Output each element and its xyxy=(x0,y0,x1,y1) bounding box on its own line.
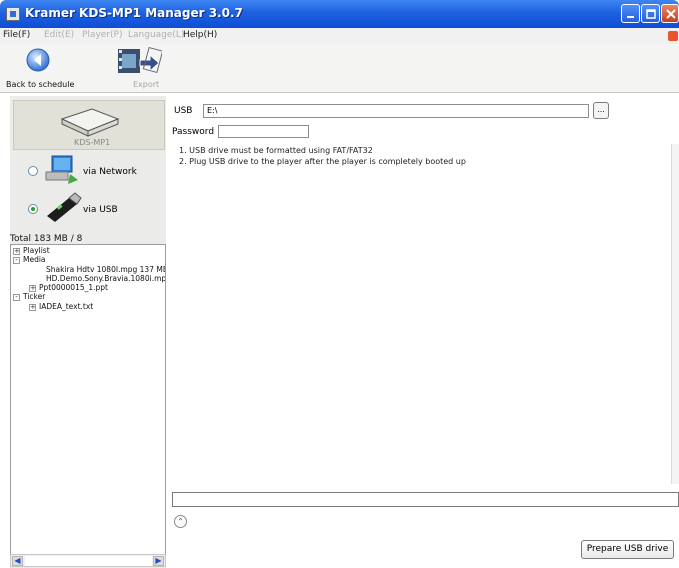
tree-item-label: Ticker xyxy=(23,292,46,301)
device-card[interactable]: KDS-MP1 xyxy=(13,100,165,150)
expand-icon[interactable]: + xyxy=(29,304,36,311)
instruction-line: 1. USB drive must be formatted using FAT… xyxy=(179,146,373,155)
network-computer-icon xyxy=(45,155,78,184)
menu-player[interactable]: Player(P) xyxy=(82,30,122,40)
export-film-icon xyxy=(118,46,162,74)
progress-field xyxy=(172,492,679,507)
minimize-button[interactable] xyxy=(621,4,640,23)
storage-total-label: Total 183 MB / 8 xyxy=(10,234,83,244)
collapse-up-icon[interactable]: ⌃ xyxy=(174,515,187,528)
tree-item-media-file[interactable]: Shakira Hdtv 1080I.mpg 137 MB xyxy=(46,265,166,274)
via-usb-radio[interactable] xyxy=(28,204,38,214)
back-arrow-icon xyxy=(26,48,50,72)
tree-item-label: IADEA_text.txt xyxy=(39,302,94,311)
maximize-button[interactable] xyxy=(641,4,660,23)
device-label: KDS-MP1 xyxy=(74,138,111,147)
menu-language[interactable]: Language(L) xyxy=(128,30,184,40)
close-icon xyxy=(666,9,676,19)
collapse-icon[interactable]: - xyxy=(13,257,20,264)
tree-item-label: Shakira Hdtv 1080I.mpg 137 MB xyxy=(46,265,166,274)
title-bar[interactable]: Kramer KDS-MP1 Manager 3.0.7 xyxy=(0,0,679,28)
via-network-radio[interactable] xyxy=(28,166,38,176)
usb-path-field[interactable]: E:\ xyxy=(203,104,589,118)
instruction-line: 2. Plug USB drive to the player after th… xyxy=(179,157,466,166)
scroll-left-icon[interactable]: ◀ xyxy=(12,556,23,566)
app-icon xyxy=(6,7,20,21)
horizontal-scrollbar[interactable]: ◀ ▶ xyxy=(10,554,166,567)
toolbar: Back to schedule Export xyxy=(0,44,679,93)
via-usb-label: via USB xyxy=(83,205,118,215)
scroll-right-icon[interactable]: ▶ xyxy=(153,556,164,566)
expand-icon[interactable]: + xyxy=(13,248,20,255)
menu-file[interactable]: File(F) xyxy=(3,30,30,40)
menu-bar: File(F) Edit(E) Player(P) Language(L) He… xyxy=(0,28,679,44)
mdi-close-icon[interactable] xyxy=(668,31,678,41)
usb-label: USB xyxy=(174,106,193,116)
tree-item-label: Playlist xyxy=(23,246,50,255)
collapse-icon[interactable]: - xyxy=(13,294,20,301)
prepare-usb-drive-button[interactable]: Prepare USB drive xyxy=(581,540,674,559)
window-title: Kramer KDS-MP1 Manager 3.0.7 xyxy=(25,6,243,20)
tree-item-media-file[interactable]: HD.Demo.Sony.Bravia.1080i.mpg xyxy=(46,274,166,283)
media-player-device-icon xyxy=(60,108,120,137)
maximize-icon xyxy=(646,9,656,19)
content-tree[interactable]: + Playlist - Media Shakira Hdtv 1080I.mp… xyxy=(10,244,166,556)
back-to-schedule-label: Back to schedule xyxy=(6,80,75,89)
password-label: Password xyxy=(172,127,215,137)
via-network-label: via Network xyxy=(83,167,137,177)
export-button[interactable]: Export xyxy=(112,44,168,92)
export-label: Export xyxy=(133,80,160,89)
tree-item-label: Media xyxy=(23,255,46,264)
password-field[interactable] xyxy=(218,125,309,138)
usb-drive-icon xyxy=(47,192,82,222)
left-panel: KDS-MP1 via Network via USB Total 183 MB… xyxy=(10,96,166,568)
usb-prepare-panel: USB E:\ ... Password 1. USB drive must b… xyxy=(168,96,679,568)
browse-button[interactable]: ... xyxy=(593,102,609,119)
tree-item-label: Ppt0000015_1.ppt xyxy=(39,283,108,292)
menu-edit[interactable]: Edit(E) xyxy=(44,30,74,40)
menu-help[interactable]: Help(H) xyxy=(183,30,217,40)
close-button[interactable] xyxy=(661,4,679,23)
vertical-scrollbar[interactable] xyxy=(671,144,679,484)
minimize-icon xyxy=(627,16,634,18)
back-to-schedule-button[interactable]: Back to schedule xyxy=(6,44,74,92)
scroll-track[interactable] xyxy=(25,556,152,566)
expand-icon[interactable]: + xyxy=(29,285,36,292)
tree-item-label: HD.Demo.Sony.Bravia.1080i.mpg xyxy=(46,274,166,283)
